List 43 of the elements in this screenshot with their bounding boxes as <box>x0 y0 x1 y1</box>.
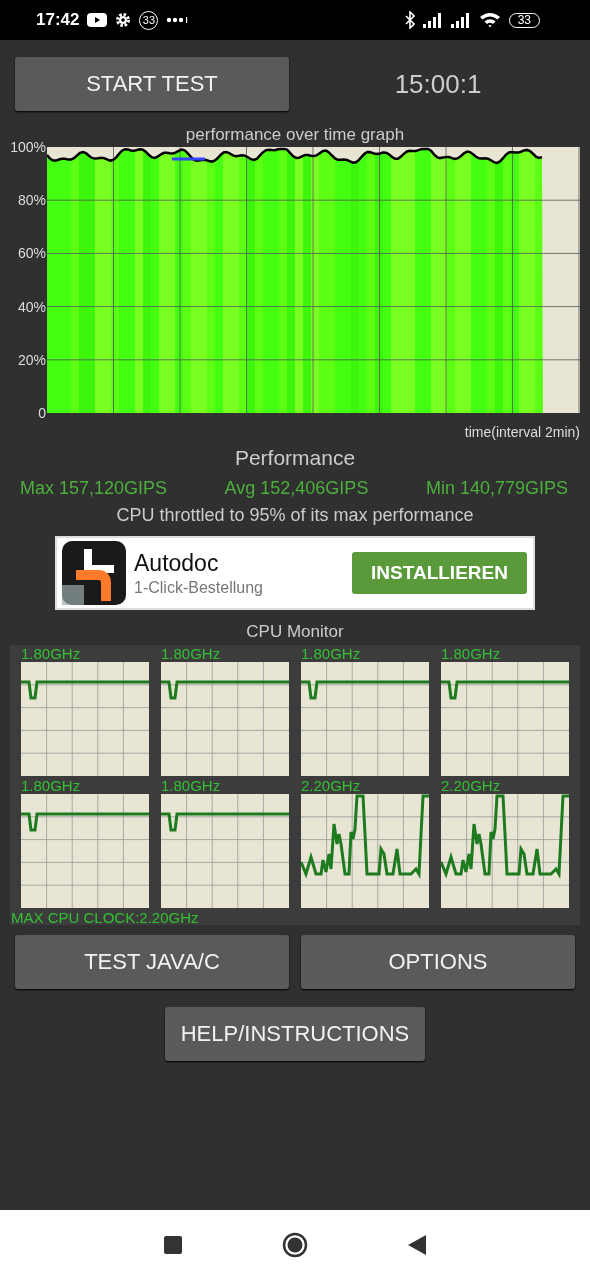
max-cpu-clock: MAX CPU CLOCK:2.20GHz <box>10 909 200 926</box>
axis-label: 100% <box>10 140 47 154</box>
stat-value: Avg 152,406GIPS <box>224 478 369 499</box>
back-icon[interactable] <box>408 1235 426 1255</box>
ad-subtitle: 1-Click-Bestellung <box>134 578 264 597</box>
core-frequency: 1.80GHz <box>21 778 82 794</box>
install-button[interactable]: INSTALLIEREN <box>352 552 527 594</box>
performance-title: Performance <box>233 446 357 470</box>
clock: 17:42 <box>36 10 80 30</box>
settings-icon <box>115 12 132 28</box>
app-icon <box>62 541 126 605</box>
ad-banner[interactable]: Autodoc 1-Click-Bestellung INSTALLIEREN <box>55 536 535 610</box>
core-frequency: 1.80GHz <box>301 646 362 662</box>
axis-label: 40% <box>17 299 47 314</box>
core-frequency: 1.80GHz <box>441 646 502 662</box>
wifi-icon <box>478 12 501 28</box>
core-frequency: 2.20GHz <box>441 778 502 794</box>
core-frequency: 1.80GHz <box>161 778 222 794</box>
cpu-monitor-title: CPU Monitor <box>245 622 345 642</box>
timer: 15:00:1 <box>393 68 483 100</box>
ad-title: Autodoc <box>134 549 220 577</box>
more-icon <box>166 17 189 23</box>
axis-label: 80% <box>17 193 47 208</box>
stat-value: Max 157,120GIPS <box>20 478 168 499</box>
axis-label: time(interval 2min) <box>464 424 580 440</box>
axis-label: 60% <box>17 246 47 261</box>
throttle-text: CPU throttled to 95% of its max performance <box>115 505 475 526</box>
core-frequency: 1.80GHz <box>161 646 222 662</box>
marker-line <box>172 157 205 161</box>
axis-label: 0 <box>38 405 47 420</box>
core-frequency: 1.80GHz <box>21 646 82 662</box>
axis-label: 20% <box>17 352 47 367</box>
start-test-button[interactable]: START TEST <box>15 57 289 111</box>
action-button[interactable]: OPTIONS <box>301 935 575 989</box>
signal-icon <box>450 12 471 28</box>
video-icon <box>87 13 108 27</box>
stat-value: Min 140,779GIPS <box>425 478 568 499</box>
core-frequency: 2.20GHz <box>301 778 362 794</box>
home-icon[interactable] <box>282 1232 308 1258</box>
bluetooth-icon <box>404 11 415 29</box>
signal-icon <box>422 12 443 28</box>
help-button[interactable]: HELP/INSTRUCTIONS <box>165 1007 425 1061</box>
action-button[interactable]: TEST JAVA/C <box>15 935 289 989</box>
